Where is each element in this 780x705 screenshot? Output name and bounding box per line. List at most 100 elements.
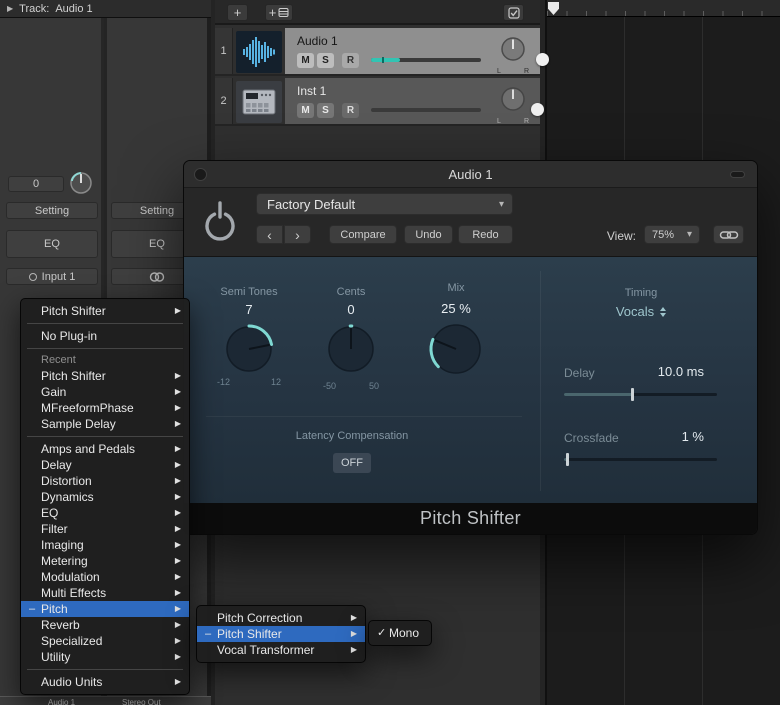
record-enable-button[interactable]: R bbox=[342, 53, 359, 68]
menu-item-utility[interactable]: Utility▶ bbox=[21, 649, 189, 665]
mix-value[interactable]: 25 % bbox=[406, 301, 506, 316]
slider-handle[interactable] bbox=[566, 453, 569, 466]
menu-item-distortion[interactable]: Distortion▶ bbox=[21, 473, 189, 489]
track-header-bar[interactable]: ▶ Track: Audio 1 bbox=[0, 0, 211, 18]
preset-dropdown[interactable]: Factory Default ▾ bbox=[256, 193, 513, 215]
menu-item-imaging[interactable]: Imaging▶ bbox=[21, 537, 189, 553]
window-close-button[interactable] bbox=[194, 168, 207, 181]
menu-item-no-plug-in[interactable]: No Plug-in bbox=[21, 328, 189, 344]
plugin-window[interactable]: Audio 1 Factory Default ▾ ‹ › Compare Un… bbox=[183, 160, 758, 535]
crossfade-slider[interactable] bbox=[564, 453, 717, 466]
track-header-config-button[interactable] bbox=[503, 4, 524, 21]
menu-item-specialized[interactable]: Specialized▶ bbox=[21, 633, 189, 649]
view-zoom-dropdown[interactable]: 75% ▾ bbox=[644, 225, 700, 244]
volume-handle[interactable] bbox=[536, 53, 549, 66]
track-name[interactable]: Audio 1 bbox=[297, 34, 338, 48]
track-name[interactable]: Inst 1 bbox=[297, 84, 326, 98]
delay-slider[interactable] bbox=[564, 388, 717, 401]
menu-item-reverb[interactable]: Reverb▶ bbox=[21, 617, 189, 633]
bar-ruler[interactable] bbox=[547, 0, 780, 17]
mute-button[interactable]: M bbox=[297, 53, 314, 68]
mix-knob[interactable] bbox=[428, 321, 484, 377]
undo-button[interactable]: Undo bbox=[404, 225, 453, 244]
compare-button[interactable]: Compare bbox=[329, 225, 397, 244]
timing-dropdown[interactable]: Vocals bbox=[591, 304, 691, 319]
menu-item-sample-delay[interactable]: Sample Delay▶ bbox=[21, 416, 189, 432]
window-resize-control[interactable] bbox=[730, 171, 745, 178]
input-slot-button[interactable]: Input 1 bbox=[6, 268, 98, 285]
menu-item-pitch-shifter[interactable]: –Pitch Shifter▶ bbox=[197, 626, 365, 642]
plugin-window-titlebar[interactable]: Audio 1 bbox=[184, 161, 757, 188]
track-row-audio1[interactable]: 1 Audio 1 M S bbox=[215, 28, 540, 76]
menu-item-pitch[interactable]: –Pitch▶ bbox=[21, 601, 189, 617]
slider-handle[interactable] bbox=[631, 388, 634, 401]
menu-item-dynamics[interactable]: Dynamics▶ bbox=[21, 489, 189, 505]
eq-display-button[interactable]: EQ bbox=[6, 230, 98, 258]
menu-item-gain[interactable]: Gain▶ bbox=[21, 384, 189, 400]
submenu-arrow-icon: ▶ bbox=[175, 633, 181, 649]
previous-preset-button[interactable]: ‹ bbox=[256, 225, 283, 244]
pan-knob[interactable]: L R bbox=[496, 35, 530, 75]
submenu-arrow-icon: ▶ bbox=[175, 649, 181, 665]
add-track-button[interactable]: + bbox=[227, 4, 248, 21]
solo-button[interactable]: S bbox=[317, 103, 334, 118]
next-preset-button[interactable]: › bbox=[284, 225, 311, 244]
submenu-arrow-icon: ▶ bbox=[175, 473, 181, 489]
menu-item-pitch-shifter[interactable]: Pitch Shifter▶ bbox=[21, 303, 189, 319]
menu-item-multi-effects[interactable]: Multi Effects▶ bbox=[21, 585, 189, 601]
menu-item-label: Sample Delay bbox=[41, 416, 169, 432]
menu-item-eq[interactable]: EQ▶ bbox=[21, 505, 189, 521]
selection-dash: – bbox=[29, 601, 41, 617]
track-header-value: Audio 1 bbox=[55, 3, 92, 15]
volume-handle[interactable] bbox=[531, 103, 544, 116]
slider-track bbox=[371, 108, 481, 112]
redo-button[interactable]: Redo bbox=[458, 225, 513, 244]
plugin-window-title: Audio 1 bbox=[184, 161, 757, 187]
menu-item-metering[interactable]: Metering▶ bbox=[21, 553, 189, 569]
menu-item-label: Modulation bbox=[41, 569, 169, 585]
cents-value[interactable]: 0 bbox=[301, 302, 401, 317]
track-lane-header[interactable]: Inst 1 M S R L R bbox=[285, 78, 540, 124]
cents-knob[interactable] bbox=[325, 323, 377, 375]
track-number: 2 bbox=[215, 78, 233, 124]
crossfade-value[interactable]: 1 % bbox=[564, 429, 704, 444]
menu-item-pitch-correction[interactable]: Pitch Correction▶ bbox=[197, 610, 365, 626]
solo-button[interactable]: S bbox=[317, 53, 334, 68]
semi-tones-knob[interactable] bbox=[223, 323, 275, 375]
track-lane-header[interactable]: Audio 1 M S R L bbox=[285, 28, 540, 74]
disclosure-triangle-icon[interactable]: ▶ bbox=[7, 4, 13, 13]
menu-item-amps-and-pedals[interactable]: Amps and Pedals▶ bbox=[21, 441, 189, 457]
submenu-arrow-icon: ▶ bbox=[175, 537, 181, 553]
record-enable-button[interactable]: R bbox=[342, 103, 359, 118]
delay-value[interactable]: 10.0 ms bbox=[564, 364, 704, 379]
track-list-toolbar: + + bbox=[215, 0, 540, 25]
menu-item-label: Pitch Correction bbox=[217, 610, 345, 626]
add-multiple-tracks-button[interactable]: + bbox=[265, 4, 293, 21]
menu-item-vocal-transformer[interactable]: Vocal Transformer▶ bbox=[197, 642, 365, 658]
track-row-inst1[interactable]: 2 Inst 1 M S R bbox=[215, 78, 540, 126]
gain-value-button[interactable]: 0 bbox=[8, 176, 64, 192]
menu-item-mono[interactable]: ✓Mono bbox=[369, 625, 431, 641]
link-button[interactable] bbox=[713, 225, 744, 244]
setting-button[interactable]: Setting bbox=[6, 202, 98, 219]
menu-item-audio-units[interactable]: Audio Units▶ bbox=[21, 674, 189, 690]
menu-item-delay[interactable]: Delay▶ bbox=[21, 457, 189, 473]
volume-slider[interactable] bbox=[371, 53, 481, 66]
pan-knob-icon[interactable] bbox=[68, 170, 94, 201]
menu-item-filter[interactable]: Filter▶ bbox=[21, 521, 189, 537]
pan-knob[interactable]: L R bbox=[496, 85, 530, 125]
menu-item-label: Gain bbox=[41, 384, 169, 400]
menu-item-label: Dynamics bbox=[41, 489, 169, 505]
mute-button[interactable]: M bbox=[297, 103, 314, 118]
pitch-shifter-panel: Semi Tones 7 -12 12 Cents 0 -50 50 Mix bbox=[184, 257, 757, 505]
menu-item-mfreeformphase[interactable]: MFreeformPhase▶ bbox=[21, 400, 189, 416]
semi-tones-value[interactable]: 7 bbox=[199, 302, 299, 317]
submenu-arrow-icon: ▶ bbox=[351, 642, 357, 658]
menu-item-modulation[interactable]: Modulation▶ bbox=[21, 569, 189, 585]
menu-item-label: Mono bbox=[389, 625, 423, 641]
menu-item-pitch-shifter[interactable]: Pitch Shifter▶ bbox=[21, 368, 189, 384]
latency-compensation-button[interactable]: OFF bbox=[333, 453, 371, 473]
plugin-power-button[interactable] bbox=[201, 197, 239, 249]
volume-slider[interactable] bbox=[371, 103, 481, 116]
plugin-header-bar: Factory Default ▾ ‹ › Compare Undo Redo … bbox=[184, 188, 757, 257]
